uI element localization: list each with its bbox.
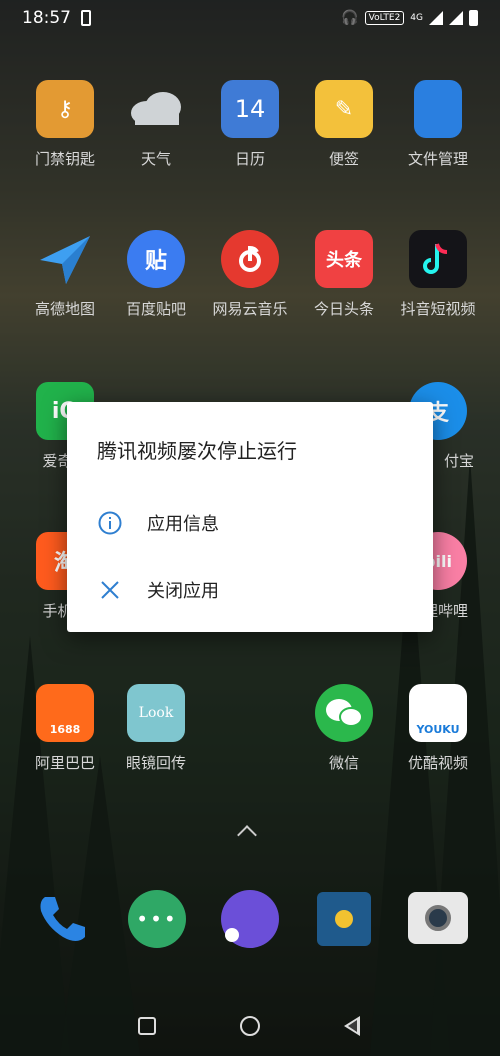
calendar-icon: 14 [221,80,279,138]
app-alibaba[interactable]: 1688 阿里巴巴 [17,684,113,773]
app-label: 日历 [234,150,265,168]
pencil-note-icon: ✎ [315,80,373,138]
headphones-icon: 🎧 [341,10,359,26]
app-toutiao[interactable]: 头条 今日头条 [296,230,392,319]
app-label: 优酷视频 [407,754,468,772]
app-label: 文件管理 [407,150,468,168]
status-bar: 18:57 🎧 VoLTE2 4G [0,0,500,36]
app-info-label: 应用信息 [147,514,219,535]
status-time: 18:57 [22,8,71,28]
app-label: 便签 [328,150,359,168]
app-netease[interactable]: 网易云音乐 [202,230,298,319]
app-wechat[interactable]: 微信 [296,684,392,773]
signal-icon-2 [449,11,463,25]
tieba-icon: 贴 [127,230,185,288]
close-icon [97,577,123,603]
battery-icon [469,10,478,26]
camera-icon[interactable] [408,892,468,944]
youku-icon: YOUKU [409,684,467,742]
app-douyin[interactable]: 抖音短视频 [390,230,486,319]
alibaba-icon: 1688 [36,684,94,742]
dialog-title: 腾讯视频屡次停止运行 [97,439,297,463]
app-key[interactable]: ⚷ 门禁钥匙 [17,80,113,169]
app-label: 天气 [140,150,171,168]
cloud-icon [127,80,185,138]
close-app-label: 关闭应用 [147,581,219,602]
folder-icon [414,80,462,138]
tiktok-icon [409,230,467,288]
app-label: 高德地图 [34,300,95,318]
recents-button[interactable] [138,1017,156,1035]
app-label: 抖音短视频 [400,300,476,318]
navigation-bar [0,996,500,1056]
app-amap[interactable]: 高德地图 [17,230,113,319]
net-gen: 4G [410,13,423,23]
messages-icon[interactable]: ••• [128,890,186,948]
app-info-option[interactable]: 应用信息 [67,490,433,556]
volte-badge: VoLTE2 [364,11,405,25]
signal-icon [429,11,443,25]
app-crash-dialog: 腾讯视频屡次停止运行 应用信息 关闭应用 [67,402,433,632]
phone-icon[interactable] [32,890,90,948]
wechat-icon [315,684,373,742]
app-label: 门禁钥匙 [34,150,95,168]
app-tieba[interactable]: 贴 百度贴吧 [108,230,204,319]
info-icon [97,510,123,536]
status-icons: 🎧 VoLTE2 4G [341,10,478,26]
app-label: 眼镜回传 [125,754,186,772]
charging-icon [81,10,91,26]
app-label: 微信 [328,754,359,772]
key-icon: ⚷ [36,80,94,138]
close-app-option[interactable]: 关闭应用 [67,557,433,623]
app-weather[interactable]: 天气 [108,80,204,169]
app-label: 今日头条 [313,300,374,318]
toutiao-icon: 头条 [315,230,373,288]
netease-music-icon [221,230,279,288]
app-notes[interactable]: ✎ 便签 [296,80,392,169]
app-youku[interactable]: YOUKU 优酷视频 [390,684,486,773]
app-label: 百度贴吧 [125,300,186,318]
gallery-icon[interactable] [317,892,371,946]
paper-plane-icon [36,230,94,288]
app-label: 阿里巴巴 [34,754,95,772]
back-button[interactable] [344,1016,360,1036]
look-icon: Look [127,684,185,742]
app-look[interactable]: Look 眼镜回传 [108,684,204,773]
browser-icon[interactable] [221,890,279,948]
app-calendar[interactable]: 14 日历 [202,80,298,169]
home-button[interactable] [240,1016,260,1036]
app-files[interactable]: 文件管理 [390,80,486,169]
app-label: 网易云音乐 [212,300,288,318]
